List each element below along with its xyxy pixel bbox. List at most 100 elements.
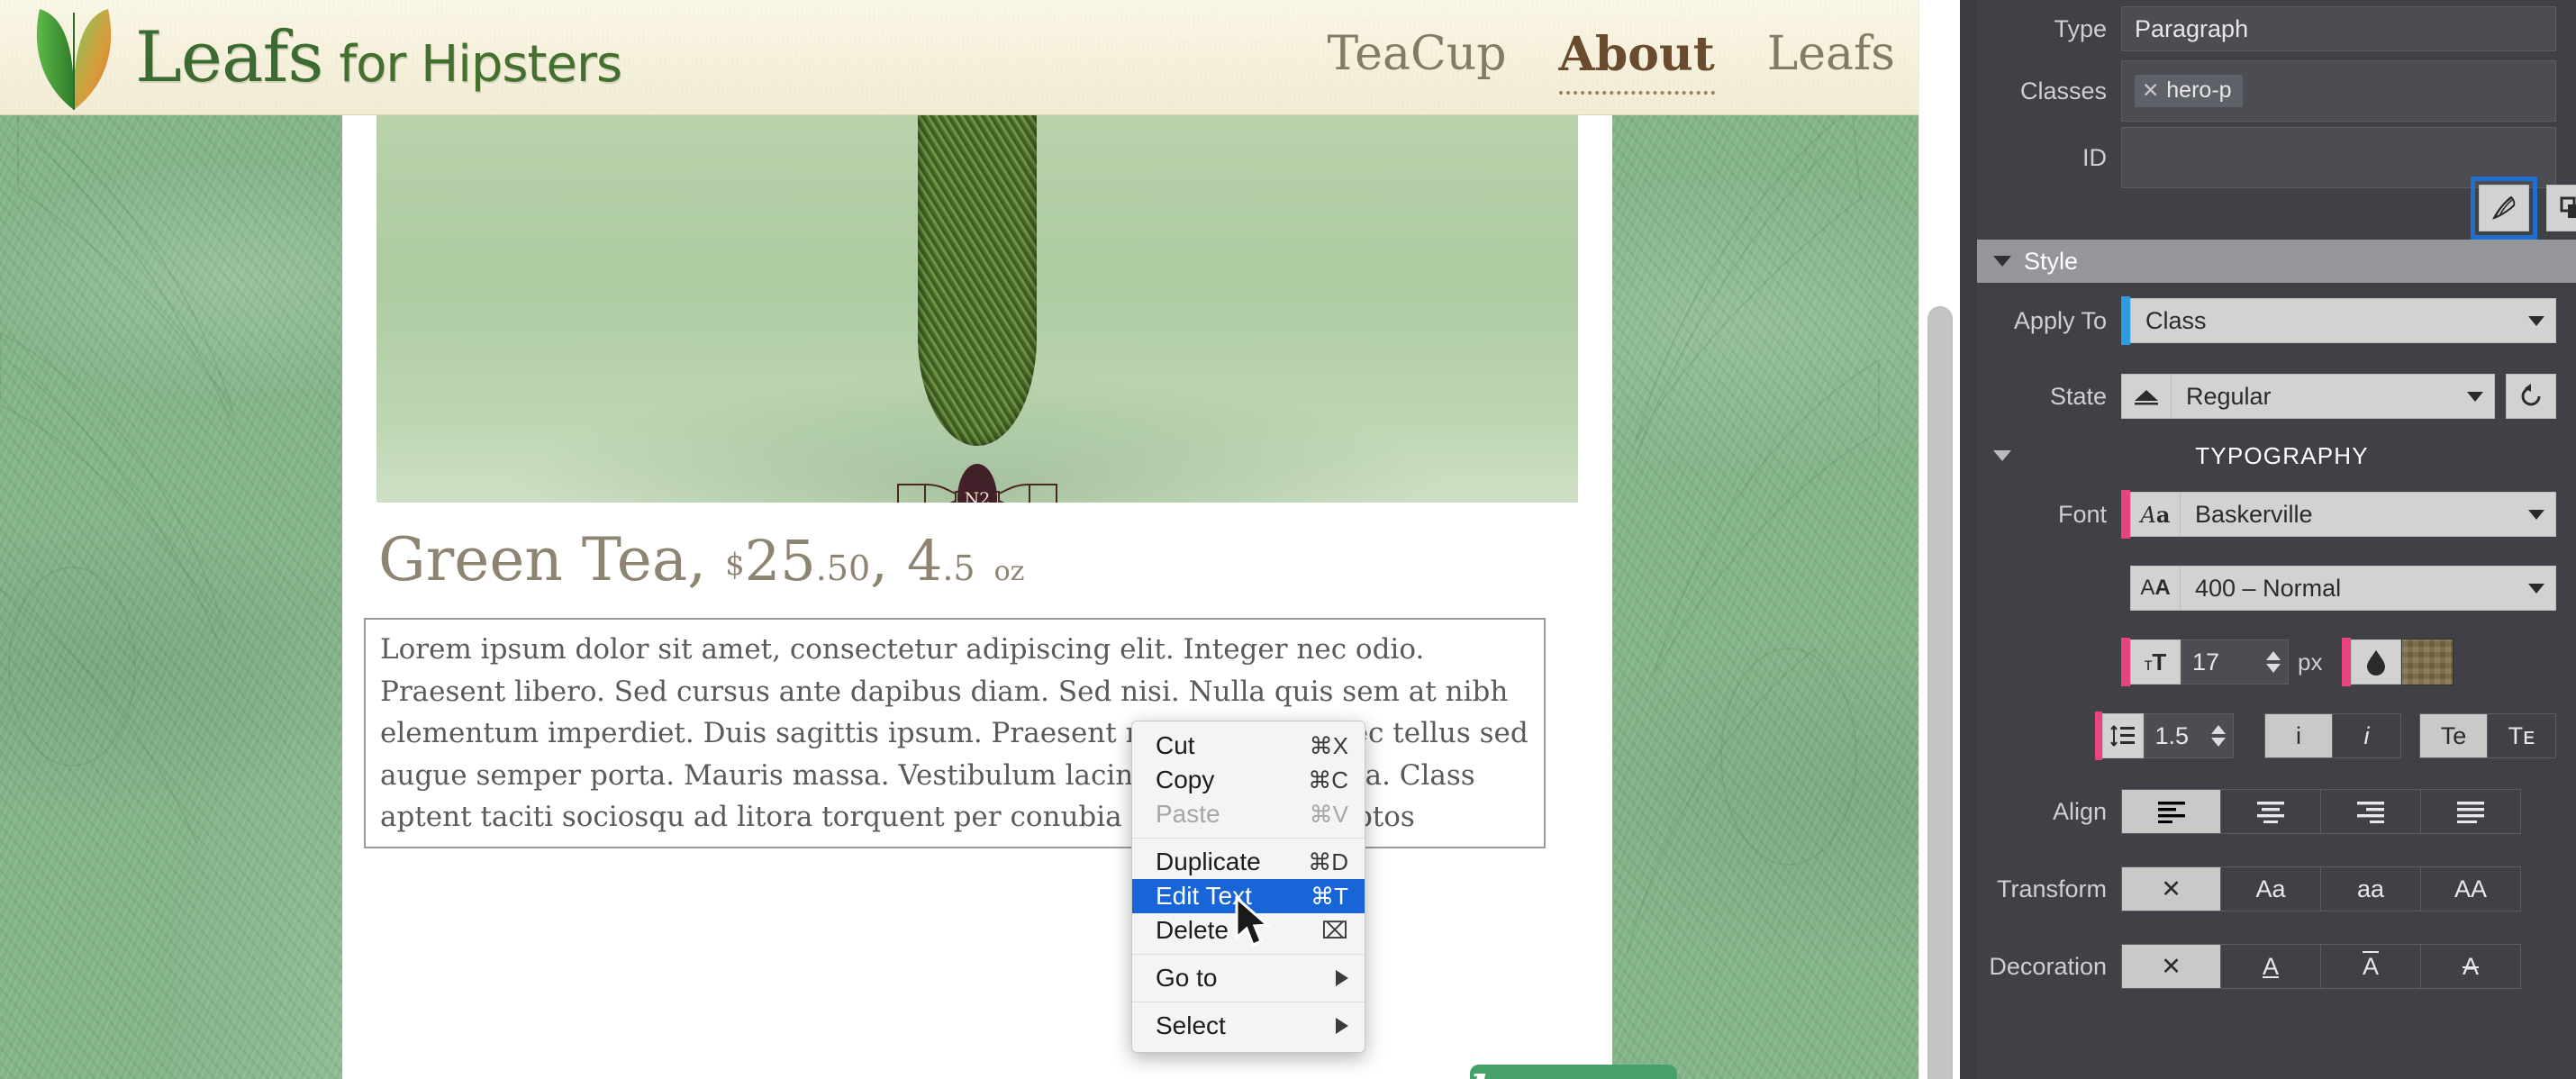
- canvas-scrollbar-thumb[interactable]: [1927, 306, 1953, 1079]
- transform-row[interactable]: Transform ✕ Aa aa AA: [1977, 850, 2576, 928]
- canvas-scrollbar[interactable]: [1918, 0, 1960, 1079]
- state-label: State: [2049, 382, 2107, 410]
- line-height-row[interactable]: 1.5 i i Te Tᴇ: [1977, 699, 2576, 773]
- color-drop-icon[interactable]: [2351, 639, 2402, 685]
- weight-frac: 5: [953, 549, 975, 588]
- font-variant-toggle-group[interactable]: Te Tᴇ: [2419, 713, 2556, 758]
- decoration-linethrough[interactable]: A: [2421, 944, 2521, 989]
- duplicate-icon[interactable]: [2546, 185, 2576, 231]
- edit-pencil-icon[interactable]: [2479, 185, 2529, 231]
- font-size-icon[interactable]: тT: [2130, 639, 2181, 685]
- transform-toggle-group[interactable]: ✕ Aa aa AA: [2121, 866, 2521, 911]
- transform-lowercase[interactable]: aa: [2321, 866, 2421, 911]
- font-family-icon[interactable]: Aa: [2130, 492, 2181, 537]
- font-size-value: 17: [2192, 648, 2220, 676]
- refresh-icon[interactable]: [2506, 374, 2556, 419]
- font-size-stepper[interactable]: 17: [2181, 639, 2289, 685]
- context-menu[interactable]: Cut ⌘X Copy ⌘C Paste ⌘V Duplicate ⌘D Edi…: [1131, 721, 1365, 1053]
- buy-now-button[interactable]: buy now: [1470, 1065, 1677, 1079]
- lineheight-accent-bar: [2095, 712, 2103, 760]
- state-layers-icon[interactable]: [2121, 374, 2172, 419]
- typography-section-header[interactable]: TYPOGRAPHY: [1977, 434, 2576, 477]
- type-label: Type: [2054, 14, 2107, 42]
- style-section-header[interactable]: Style: [1977, 240, 2576, 283]
- product-hero-image[interactable]: N2: [376, 115, 1578, 503]
- nav-item-teacup[interactable]: TeaCup: [1328, 27, 1507, 90]
- chevron-down-icon: [1993, 256, 2011, 267]
- state-row[interactable]: State Regular: [1977, 358, 2576, 434]
- decoration-overline[interactable]: A: [2321, 944, 2421, 989]
- text-color-swatch[interactable]: [2401, 639, 2454, 685]
- line-height-icon[interactable]: [2102, 713, 2144, 758]
- stepper-arrows-icon[interactable]: [2211, 725, 2226, 747]
- align-justify[interactable]: [2421, 789, 2521, 834]
- transform-none[interactable]: ✕: [2121, 866, 2221, 911]
- font-weight-icon[interactable]: AA: [2130, 566, 2181, 611]
- menu-item-label: Duplicate: [1156, 848, 1261, 875]
- leaf-logo-icon[interactable]: [23, 4, 124, 112]
- class-chip-hero-p[interactable]: ✕ hero-p: [2135, 75, 2243, 107]
- menu-separator: [1132, 954, 1365, 955]
- remove-class-icon[interactable]: ✕: [2142, 78, 2159, 103]
- apply-to-label: Apply To: [2013, 306, 2107, 334]
- apply-to-row[interactable]: Apply To Class: [1977, 283, 2576, 358]
- font-accent-bar: [2121, 490, 2130, 539]
- align-left[interactable]: [2121, 789, 2221, 834]
- align-right[interactable]: [2321, 789, 2421, 834]
- menu-item-label: Cut: [1156, 731, 1195, 759]
- apply-to-value: Class: [2145, 306, 2207, 334]
- menu-item-duplicate[interactable]: Duplicate ⌘D: [1132, 845, 1365, 879]
- nav-item-leafs[interactable]: Leafs: [1767, 27, 1895, 90]
- price-dot: .: [815, 549, 827, 588]
- bag-window-tea-leaves: [918, 115, 1037, 446]
- element-action-buttons[interactable]: [2471, 177, 2576, 240]
- stepper-arrows-icon[interactable]: [2266, 651, 2281, 673]
- menu-item-go-to[interactable]: Go to: [1132, 961, 1365, 995]
- menu-item-label: Delete: [1156, 916, 1229, 944]
- product-name: Green Tea,: [378, 525, 707, 594]
- menu-item-cut[interactable]: Cut ⌘X: [1132, 729, 1365, 763]
- align-center[interactable]: [2221, 789, 2321, 834]
- type-row: Type Paragraph: [1977, 0, 2576, 58]
- classes-row[interactable]: Classes ✕ hero-p: [1977, 58, 2576, 124]
- decoration-row[interactable]: Decoration ✕ A A A: [1977, 928, 2576, 1005]
- font-style-italic[interactable]: i: [2333, 713, 2401, 758]
- state-select[interactable]: Regular: [2172, 374, 2495, 419]
- font-variant-normal[interactable]: Te: [2419, 713, 2488, 758]
- font-family-select[interactable]: Baskerville: [2181, 492, 2556, 537]
- font-style-toggle-group[interactable]: i i: [2264, 713, 2401, 758]
- site-brand-title: Leafs for Hipsters: [135, 23, 622, 93]
- menu-item-copy[interactable]: Copy ⌘C: [1132, 763, 1365, 797]
- align-row[interactable]: Align: [1977, 773, 2576, 850]
- menu-item-shortcut: ⌘C: [1308, 766, 1348, 793]
- decoration-underline[interactable]: A: [2221, 944, 2321, 989]
- font-style-normal[interactable]: i: [2264, 713, 2333, 758]
- font-weight-select[interactable]: 400 – Normal: [2181, 566, 2556, 611]
- brand-name: Leafs: [135, 16, 323, 98]
- font-family-row[interactable]: Font Aa Baskerville: [1977, 477, 2576, 551]
- menu-item-label: Go to: [1156, 964, 1218, 992]
- decoration-toggle-group[interactable]: ✕ A A A: [2121, 944, 2521, 989]
- line-height-stepper[interactable]: 1.5: [2143, 713, 2234, 758]
- hero-paragraph-selected[interactable]: Lorem ipsum dolor sit amet, consectetur …: [364, 618, 1546, 848]
- font-size-row[interactable]: тT 17 px: [1977, 625, 2576, 699]
- site-nav[interactable]: TeaCup About Leafs: [1328, 20, 1960, 95]
- transform-capitalize[interactable]: Aa: [2221, 866, 2321, 911]
- color-accent-bar: [2342, 638, 2352, 686]
- mouse-cursor-icon: [1235, 896, 1271, 948]
- font-variant-smallcaps[interactable]: Tᴇ: [2488, 713, 2556, 758]
- page-canvas[interactable]: N2 Green Tea, $25.50, 4.5 oz Lorem ipsum…: [0, 0, 1960, 1079]
- classes-field[interactable]: ✕ hero-p: [2121, 60, 2556, 122]
- apply-to-select[interactable]: Class: [2130, 298, 2556, 343]
- transform-uppercase[interactable]: AA: [2421, 866, 2521, 911]
- menu-item-select[interactable]: Select: [1132, 1009, 1365, 1043]
- style-section-title: Style: [2024, 247, 2079, 275]
- nav-item-about[interactable]: About: [1558, 27, 1715, 95]
- font-weight-value: 400 – Normal: [2195, 574, 2342, 602]
- state-value: Regular: [2186, 382, 2272, 410]
- font-weight-row[interactable]: AA 400 – Normal: [1977, 551, 2576, 625]
- leaf-etching-left: [0, 106, 235, 847]
- inspector-panel[interactable]: Type Paragraph Classes ✕ hero-p ID Style…: [1977, 0, 2576, 1079]
- decoration-none[interactable]: ✕: [2121, 944, 2221, 989]
- align-toggle-group[interactable]: [2121, 789, 2521, 834]
